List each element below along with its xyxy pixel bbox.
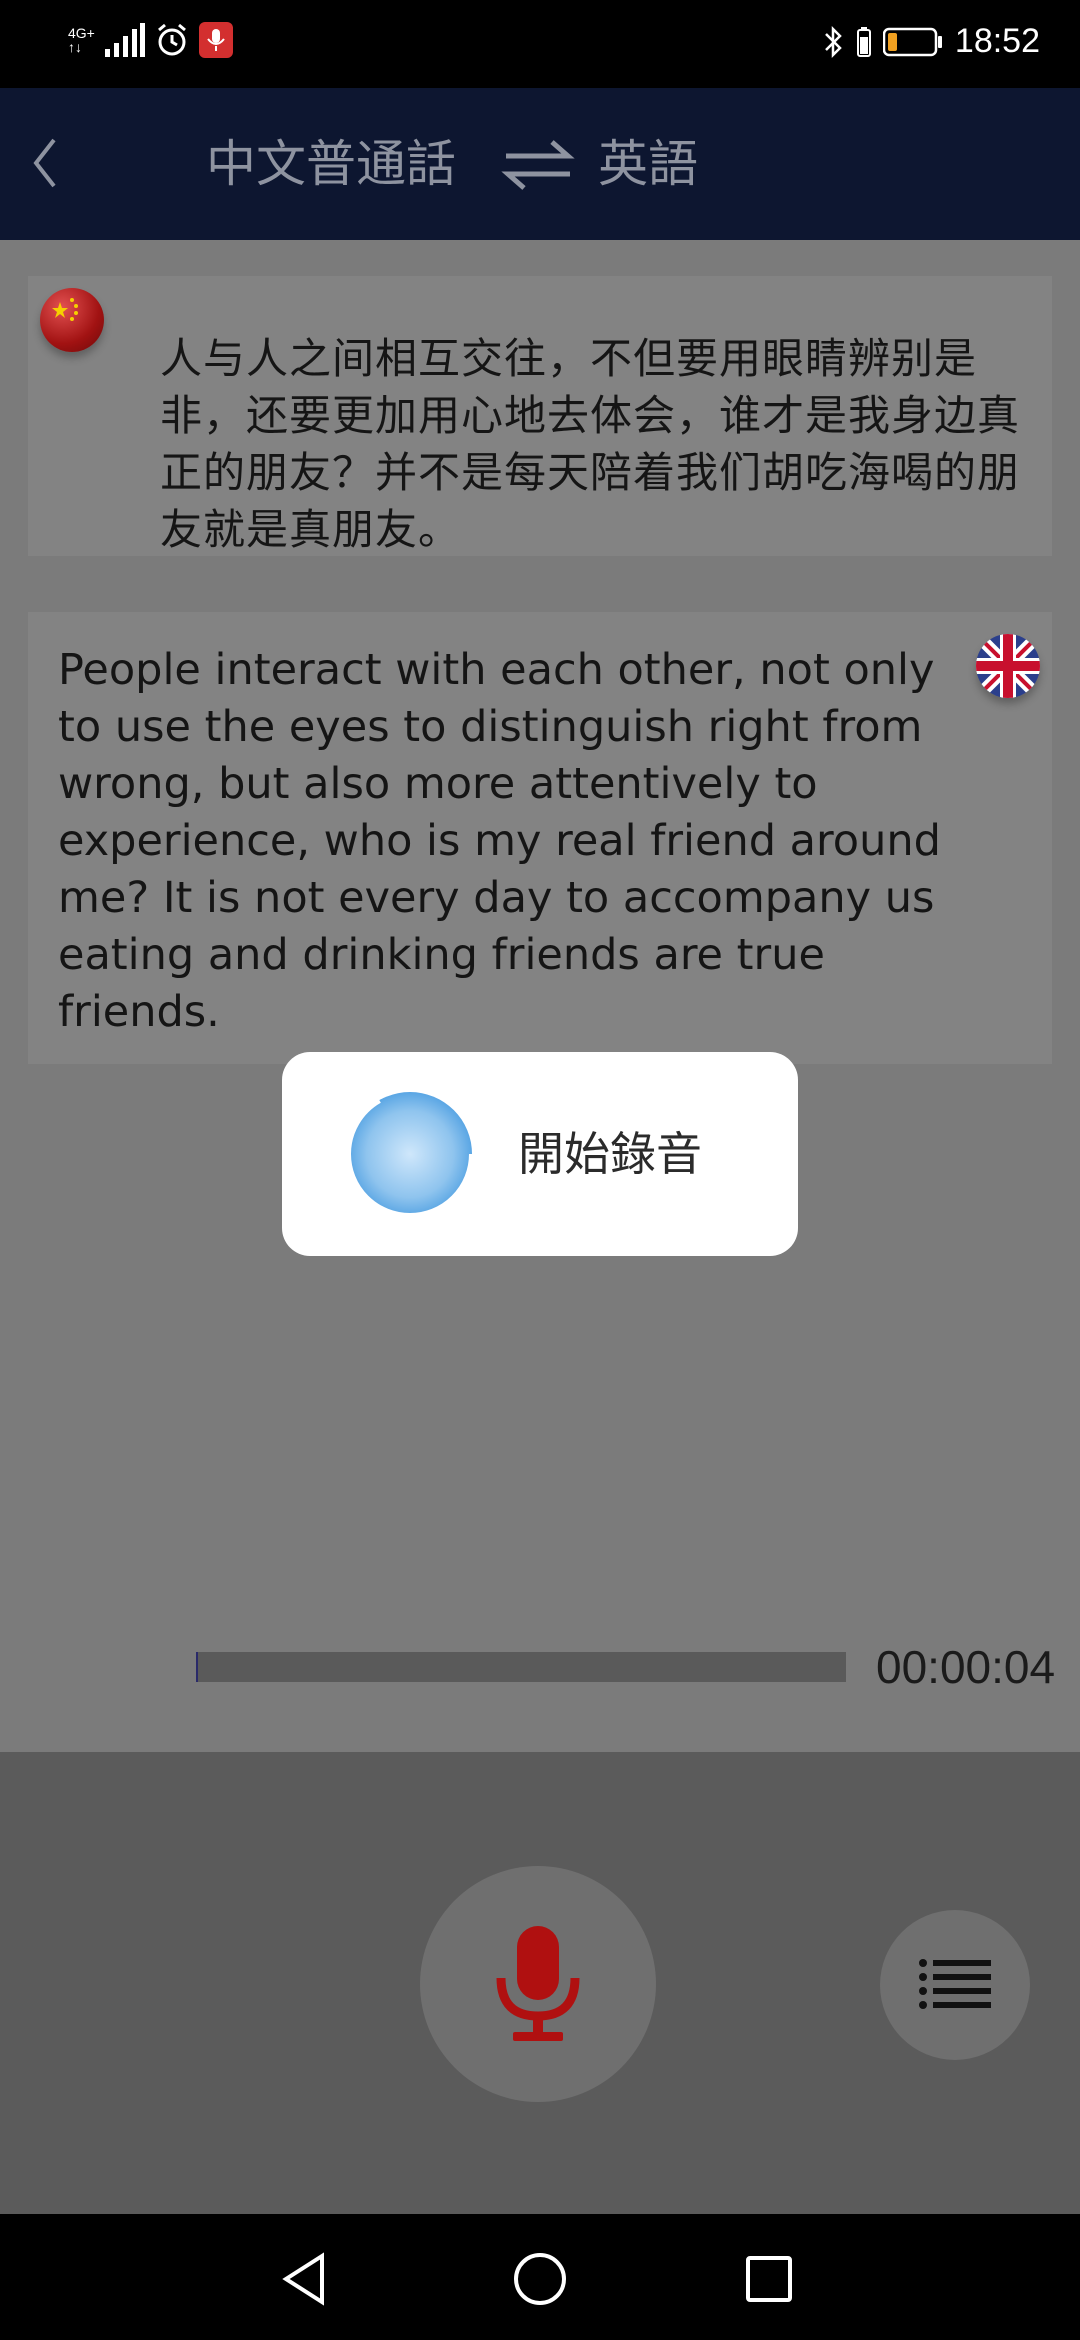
nav-back-icon[interactable] [272, 2244, 342, 2314]
recording-indicator-icon [198, 22, 233, 58]
screen: 4G+ ↑↓ 18:52 中文普通話 英語 人与人之间相互交往，不但要用眼睛辨别… [0, 0, 1080, 2340]
recording-timer: 00:00:04 [876, 1641, 1056, 1693]
swap-arrows-icon[interactable] [500, 132, 576, 198]
battery-icon [882, 27, 942, 56]
uk-flag-icon [976, 634, 1040, 698]
source-text: 人与人之间相互交往，不但要用眼睛辨别是非，还要更加用心地去体会，谁才是我身边真正… [160, 334, 1021, 554]
recording-progress-bar [196, 1652, 846, 1682]
nav-home-icon[interactable] [505, 2244, 575, 2314]
microphone-icon [496, 1926, 580, 2041]
chevron-left-icon[interactable] [18, 128, 78, 198]
list-menu-icon [919, 1959, 991, 2009]
alarm-icon [157, 23, 186, 56]
recording-spinner-icon [345, 1089, 475, 1219]
status-bar: 4G+ ↑↓ 18:52 [0, 0, 1080, 88]
status-right: 18:52 [823, 22, 1040, 61]
recording-progress-fill [196, 1652, 198, 1682]
history-menu-button[interactable] [880, 1910, 1030, 2060]
battery-saver-icon [856, 26, 871, 57]
network-type: 4G+ ↑↓ [68, 26, 95, 54]
conversation-area: 人与人之间相互交往，不但要用眼睛辨别是非，还要更加用心地去体会，谁才是我身边真正… [0, 240, 1080, 1752]
system-nav-bar [0, 2214, 1080, 2340]
source-language-button[interactable]: 中文普通話 [206, 132, 456, 196]
status-time: 18:52 [954, 22, 1040, 60]
recording-dialog-label: 開始錄音 [518, 1127, 702, 1181]
status-left: 4G+ ↑↓ [68, 22, 233, 58]
translation-text: People interact with each other, not onl… [58, 645, 941, 1037]
target-language-button[interactable]: 英語 [598, 132, 698, 196]
network-activity-label: ↑↓ [68, 39, 82, 55]
bluetooth-icon [825, 25, 842, 58]
app-header: 中文普通話 英語 [0, 88, 1080, 240]
nav-recent-apps-icon[interactable] [734, 2244, 804, 2314]
network-type-label: 4G+ [68, 25, 95, 41]
bottom-controls [0, 1752, 1080, 2214]
china-flag-icon [40, 288, 104, 352]
microphone-button[interactable] [420, 1866, 656, 2102]
signal-icon [104, 23, 145, 57]
recording-dialog: 開始錄音 [282, 1052, 798, 1256]
source-text-card[interactable]: 人与人之间相互交往，不但要用眼睛辨别是非，还要更加用心地去体会，谁才是我身边真正… [28, 276, 1052, 556]
